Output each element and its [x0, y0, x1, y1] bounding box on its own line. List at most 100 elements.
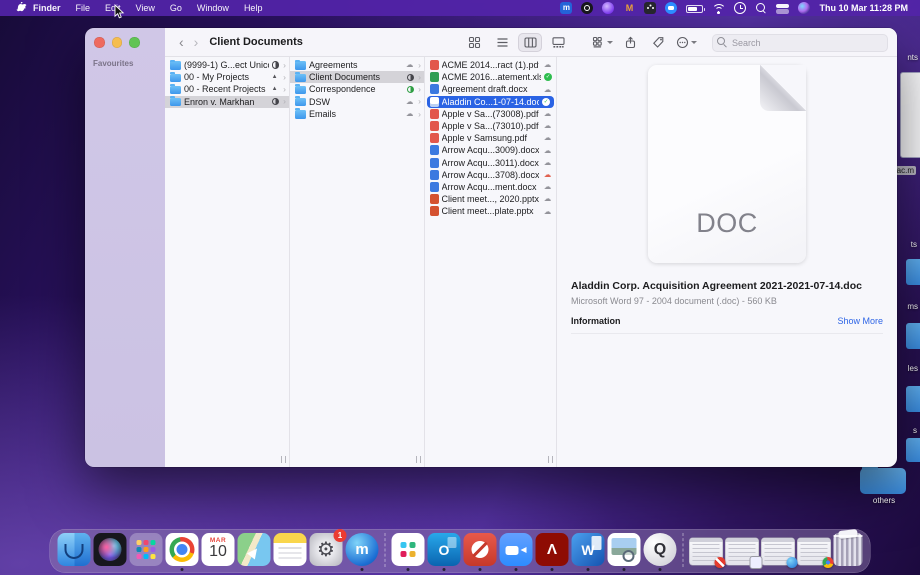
file-row[interactable]: ACME 2014...ract (1).pdf☁ [425, 59, 556, 71]
list-view-button[interactable] [490, 33, 514, 52]
file-row[interactable]: Apple v Sa...(73010).pdf☁ [425, 120, 556, 132]
wifi-icon[interactable] [712, 3, 725, 14]
folder-row[interactable]: Agreements☁› [290, 59, 424, 71]
clock-icon-icon[interactable] [734, 2, 746, 14]
column-resize-handle[interactable] [548, 456, 553, 463]
running-indicator [407, 568, 410, 571]
status-cloud-red-icon: ☁ [542, 171, 553, 179]
desktop-folder-large-icon[interactable] [860, 468, 906, 494]
dock-window-thumb-2[interactable] [726, 538, 759, 565]
menu-finder[interactable]: Finder [33, 3, 61, 13]
running-indicator [479, 568, 482, 571]
loom-icon[interactable] [581, 2, 593, 14]
dock-chrome-icon[interactable] [166, 533, 199, 566]
dock-calendar-icon[interactable]: MAR10 [202, 533, 235, 566]
chevron-right-icon: › [283, 85, 286, 94]
share-button[interactable] [618, 33, 642, 52]
show-more-button[interactable]: Show More [837, 316, 883, 326]
dock-slack-icon[interactable] [392, 533, 425, 566]
siri-icon[interactable] [798, 2, 810, 14]
more-actions-button[interactable] [674, 33, 698, 52]
dock-outlook-icon[interactable]: O [428, 533, 461, 566]
close-button[interactable] [94, 37, 105, 48]
battery-icon[interactable] [686, 5, 703, 13]
menu-help[interactable]: Help [244, 3, 263, 13]
mattermost-icon[interactable]: m [560, 2, 572, 14]
desktop-icon-label: ts [911, 240, 917, 249]
apple-menu-icon[interactable] [16, 2, 27, 14]
menu-view[interactable]: View [136, 3, 155, 13]
dock-preview-app-icon[interactable] [608, 533, 641, 566]
desktop-chip-icon[interactable]: ac.m [895, 166, 916, 175]
file-row[interactable]: Apple v Samsung.pdf☁ [425, 132, 556, 144]
menu-window[interactable]: Window [197, 3, 229, 13]
desktop-folder-icon[interactable] [906, 323, 920, 349]
search-icon[interactable] [755, 2, 767, 14]
status-pie-green-icon [407, 86, 415, 94]
column-resize-handle[interactable] [281, 456, 286, 463]
dock-maps-icon[interactable] [238, 533, 271, 566]
dock-finder-icon[interactable] [58, 533, 91, 566]
tags-button[interactable] [646, 33, 670, 52]
dock-quicktime-icon[interactable]: Q [644, 533, 677, 566]
folder-row[interactable]: Client Documents› [290, 71, 424, 83]
menu-go[interactable]: Go [170, 3, 182, 13]
folder-row[interactable]: 00 - My Projects▲› [165, 71, 289, 83]
file-row[interactable]: Agreement draft.docx☁ [425, 83, 556, 95]
folder-row[interactable]: DSW☁› [290, 96, 424, 108]
folder-row[interactable]: Correspondence› [290, 83, 424, 95]
control-center-icon[interactable] [776, 4, 789, 14]
column-view-button[interactable] [518, 33, 542, 52]
file-row[interactable]: ACME 2016...atement.xls✓ [425, 71, 556, 83]
dock-window-thumb-3[interactable] [762, 538, 795, 565]
chat-icon[interactable] [665, 2, 677, 14]
column-1: (9999-1) G...ect Unicorn›00 - My Project… [165, 57, 290, 467]
dock-window-thumb-1[interactable] [690, 538, 723, 565]
file-row[interactable]: Arrow Acqu...3011).docx☁ [425, 157, 556, 169]
folder-row[interactable]: (9999-1) G...ect Unicorn› [165, 59, 289, 71]
dock-window-thumb-4[interactable] [798, 538, 831, 565]
chevron-right-icon: › [283, 61, 286, 70]
dock-word-icon[interactable]: W [572, 533, 605, 566]
file-row[interactable]: Aladdin Co...1-07-14.doc✓ [427, 96, 554, 108]
menu-bar-clock[interactable]: Thu 10 Mar 11:28 PM [819, 3, 908, 13]
dock-remote-desktop-icon[interactable] [464, 533, 497, 566]
column-resize-handle[interactable] [416, 456, 421, 463]
folder-row[interactable]: Emails☁› [290, 108, 424, 120]
gallery-view-button[interactable] [546, 33, 570, 52]
folder-row[interactable]: Enron v. Markhan› [165, 96, 289, 108]
search-input[interactable] [712, 34, 888, 52]
chrome-badge-icon [823, 557, 834, 568]
quicktime-glyph: Q [644, 533, 677, 566]
file-row[interactable]: Client meet...plate.pptx☁ [425, 205, 556, 217]
menu-file[interactable]: File [76, 3, 91, 13]
swirl-icon[interactable] [602, 2, 614, 14]
dock-trash-icon[interactable] [834, 533, 863, 566]
gallery-view-icon [552, 36, 565, 49]
dock-launchpad-icon[interactable] [130, 533, 163, 566]
minimize-button[interactable] [112, 37, 123, 48]
dock-mattermost-icon[interactable]: m [346, 533, 379, 566]
file-row[interactable]: Arrow Acqu...3009).docx☁ [425, 144, 556, 156]
dock-siri-icon[interactable] [94, 533, 127, 566]
desktop-file-icon[interactable] [900, 72, 920, 158]
back-button[interactable]: ‹ [174, 35, 189, 49]
icon-view-button[interactable] [462, 33, 486, 52]
dock-notes-icon[interactable] [274, 533, 307, 566]
desktop-folder-icon[interactable] [906, 259, 920, 285]
m-letter-icon[interactable]: M [623, 2, 635, 14]
desktop-folder-icon[interactable] [906, 386, 920, 412]
file-row[interactable]: Arrow Acqu...3708).docx☁ [425, 169, 556, 181]
controller-icon[interactable] [644, 2, 656, 14]
file-row[interactable]: Arrow Acqu...ment.docx☁ [425, 181, 556, 193]
dock-zoom-icon[interactable] [500, 533, 533, 566]
dock-acrobat-icon[interactable]: Λ [536, 533, 569, 566]
folder-row[interactable]: 00 - Recent Projects▲› [165, 83, 289, 95]
file-row[interactable]: Apple v Sa...(73008).pdf☁ [425, 108, 556, 120]
forward-button[interactable]: › [189, 35, 204, 49]
dock-settings-icon[interactable]: ⚙1 [310, 533, 343, 566]
group-by-button[interactable] [590, 33, 614, 52]
zoom-button[interactable] [129, 37, 140, 48]
desktop-folder-icon[interactable] [906, 438, 920, 462]
file-row[interactable]: Client meet..., 2020.pptx☁ [425, 193, 556, 205]
